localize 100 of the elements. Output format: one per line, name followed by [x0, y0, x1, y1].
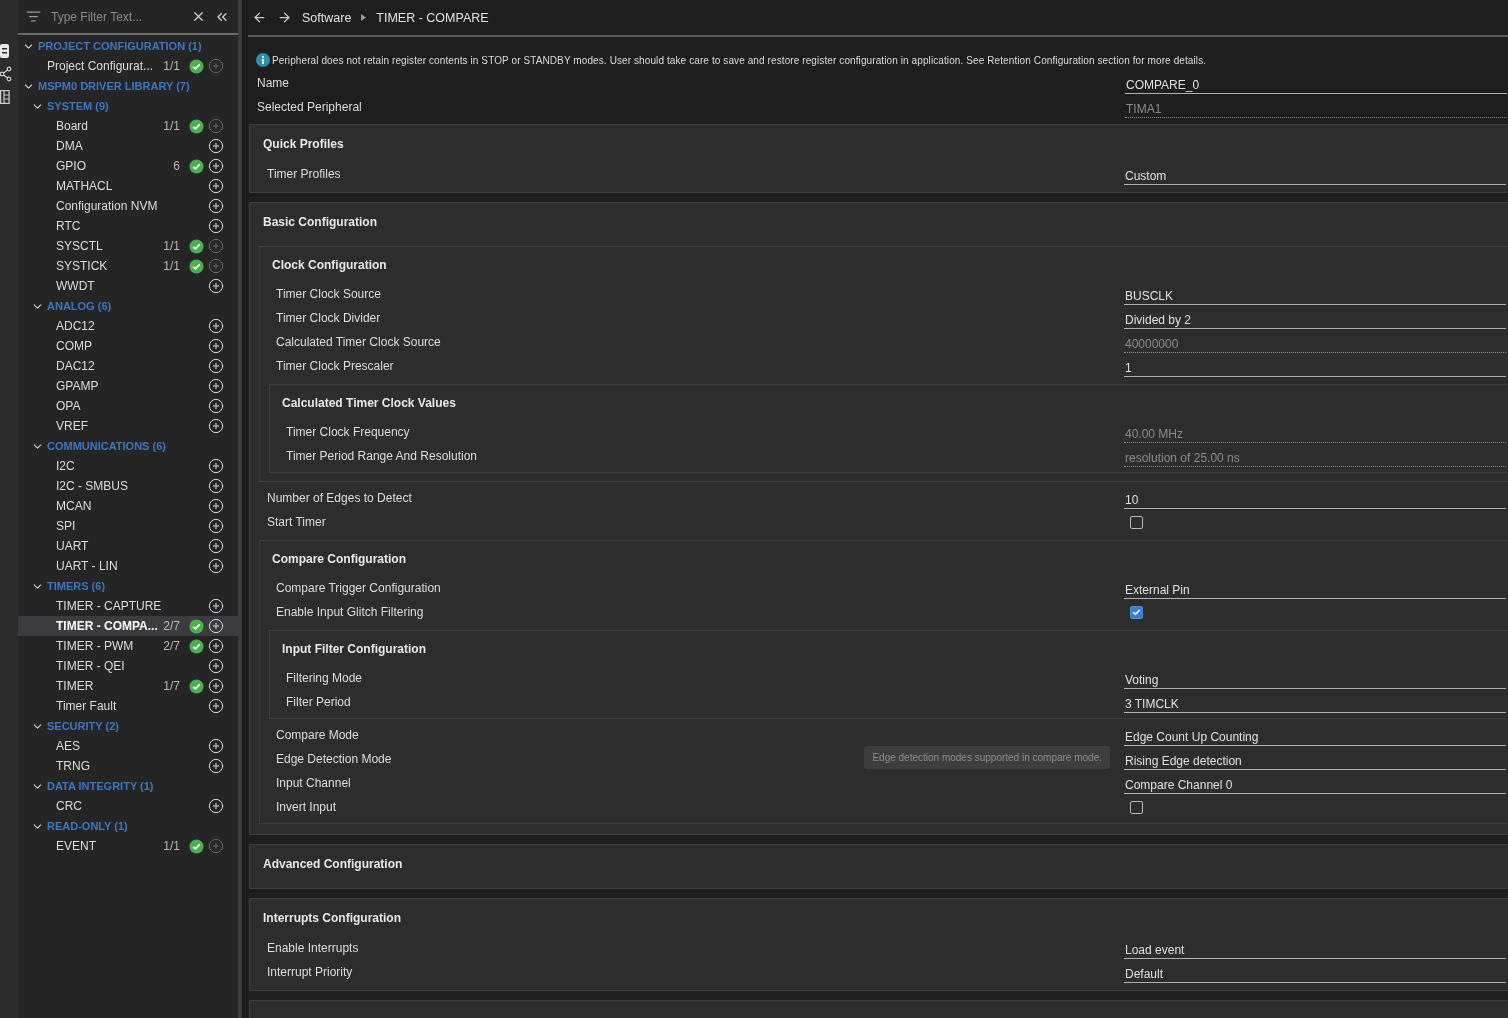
field-label: Timer Profiles	[267, 167, 341, 181]
tree-item-label: TIMER - COMPA...	[56, 619, 159, 633]
instance-count: 1/1	[163, 839, 180, 853]
value-field[interactable]: Compare Channel 0	[1124, 778, 1506, 794]
tree-item[interactable]: SPI	[18, 516, 238, 536]
tree-item[interactable]: TIMER 1/7	[18, 676, 238, 696]
tree-item[interactable]: WWDT	[18, 276, 238, 296]
tree-item[interactable]: DMA	[18, 136, 238, 156]
instance-count: 6	[173, 159, 180, 173]
value-field[interactable]: 10	[1124, 493, 1506, 509]
tree-item[interactable]: I2C	[18, 456, 238, 476]
value-field[interactable]: Divided by 2	[1124, 313, 1506, 329]
value-field: resolution of 25.00 ns	[1124, 451, 1506, 467]
tree-item-label: RTC	[56, 219, 82, 233]
tree-item[interactable]: DAC12	[18, 356, 238, 376]
field-label: Number of Edges to Detect	[267, 491, 412, 505]
tree-item-label: DMA	[56, 139, 84, 153]
tree-item-label: DAC12	[56, 359, 96, 373]
field-label: Timer Period Range And Resolution	[286, 449, 477, 463]
instance-count: 1/1	[163, 119, 180, 133]
tree-item-label: GPIO	[56, 159, 87, 173]
value-field[interactable]: Voting	[1124, 673, 1506, 689]
tree-item[interactable]: Board 1/1	[18, 116, 238, 136]
field-label: Start Timer	[267, 515, 326, 529]
tree-item-label: EVENT	[56, 839, 97, 853]
tree-item-label: Timer Fault	[56, 699, 118, 713]
section-title[interactable]: Basic Configuration	[263, 214, 377, 229]
value-field[interactable]: 3 TIMCLK	[1124, 697, 1506, 713]
tree-item[interactable]: GPIO 6	[18, 156, 238, 176]
value-field[interactable]: 1	[1124, 361, 1506, 377]
tree-item[interactable]: Configuration NVM	[18, 196, 238, 216]
section-title[interactable]: Advanced Configuration	[263, 856, 403, 871]
section-title[interactable]: Quick Profiles	[263, 136, 344, 151]
tree-item[interactable]: TIMER - CAPTURE	[18, 596, 238, 616]
tree-item[interactable]: I2C - SMBUS	[18, 476, 238, 496]
tree-item[interactable]: OPA	[18, 396, 238, 416]
tree-item-label: OPA	[56, 399, 82, 413]
tree-item-label: Board	[56, 119, 90, 133]
tree-item[interactable]: RTC	[18, 216, 238, 236]
field-label: Filter Period	[286, 695, 351, 709]
tree-item-label: VREF	[56, 419, 89, 433]
tree-item[interactable]: GPAMP	[18, 376, 238, 396]
value-field[interactable]: Rising Edge detection	[1124, 754, 1506, 770]
tree-item-label: MATHACL	[56, 179, 114, 193]
value-field: 40.00 MHz	[1124, 427, 1506, 443]
tree-item-label: TRNG	[56, 759, 91, 773]
tree-item[interactable]: MATHACL	[18, 176, 238, 196]
tree-item-label: GPAMP	[56, 379, 100, 393]
tree-item-label: SYSTICK	[56, 259, 109, 273]
tree-item[interactable]: EVENT 1/1	[18, 836, 238, 856]
tree-item[interactable]: UART - LIN	[18, 556, 238, 576]
value-field: 40000000	[1124, 337, 1506, 353]
tree-item[interactable]: COMP	[18, 336, 238, 356]
tree-item-label: I2C	[56, 459, 76, 473]
field-label: Timer Clock Source	[276, 287, 381, 301]
filter-field[interactable]: Type Filter Text...	[49, 8, 183, 25]
field-label: Compare Trigger Configuration	[276, 581, 441, 595]
instance-count: 1/1	[163, 259, 180, 273]
tree-item[interactable]: ADC12	[18, 316, 238, 336]
tree-item[interactable]: TIMER - QEI	[18, 656, 238, 676]
tree-item[interactable]: SYSTICK 1/1	[18, 256, 238, 276]
field-label: Input Channel	[276, 776, 351, 790]
instance-count: 2/7	[163, 639, 180, 653]
field-label: Calculated Timer Clock Source	[276, 335, 441, 349]
tree-item[interactable]: MCAN	[18, 496, 238, 516]
tooltip: Edge detection modes supported in compare mode.	[864, 746, 1110, 769]
tree-item[interactable]: TIMER - COMPA... 2/7	[18, 616, 238, 636]
tree-item[interactable]: TRNG	[18, 756, 238, 776]
field-label: Timer Clock Prescaler	[276, 359, 394, 373]
value-field[interactable]: BUSCLK	[1124, 289, 1506, 305]
tree-item-label: SYSCTL	[56, 239, 104, 253]
value-field[interactable]: Custom	[1124, 169, 1506, 185]
value-field[interactable]: Load event	[1124, 943, 1506, 959]
section-title[interactable]: Interrupts Configuration	[263, 910, 401, 925]
tree-item-label: TIMER - QEI	[56, 659, 126, 673]
tree-item[interactable]: VREF	[18, 416, 238, 436]
tree-item[interactable]: UART	[18, 536, 238, 556]
field-label: Filtering Mode	[286, 671, 363, 685]
value-field[interactable]: Edge Count Up Counting	[1124, 730, 1506, 746]
value-field[interactable]: External Pin	[1124, 583, 1506, 599]
breadcrumb-item[interactable]: Software	[302, 10, 352, 25]
tree-item-label: TIMER	[56, 679, 95, 693]
tree-item[interactable]: CRC	[18, 796, 238, 816]
tree-item-label: TIMER - CAPTURE	[56, 599, 163, 613]
tree-item[interactable]: TIMER - PWM 2/7	[18, 636, 238, 656]
value-field[interactable]: Default	[1124, 967, 1506, 983]
tree-item-label: Configuration NVM	[56, 199, 159, 213]
tree-item[interactable]: Project Configurat... 1/1	[18, 56, 238, 76]
tree-item-label: SPI	[56, 519, 77, 533]
field-label: Selected Peripheral	[257, 100, 362, 114]
tree-item[interactable]: AES	[18, 736, 238, 756]
field-label: Compare Mode	[276, 728, 359, 742]
value-field[interactable]: COMPARE_0	[1125, 78, 1507, 94]
field-label: Edge Detection Mode	[276, 752, 392, 766]
tree-item[interactable]: SYSCTL 1/1	[18, 236, 238, 256]
tree-item[interactable]: Timer Fault	[18, 696, 238, 716]
field-label: Timer Clock Divider	[276, 311, 381, 325]
breadcrumb-item[interactable]: TIMER - COMPARE	[376, 10, 489, 25]
tree-item-label: MCAN	[56, 499, 93, 513]
instance-count: 1/1	[163, 59, 180, 73]
